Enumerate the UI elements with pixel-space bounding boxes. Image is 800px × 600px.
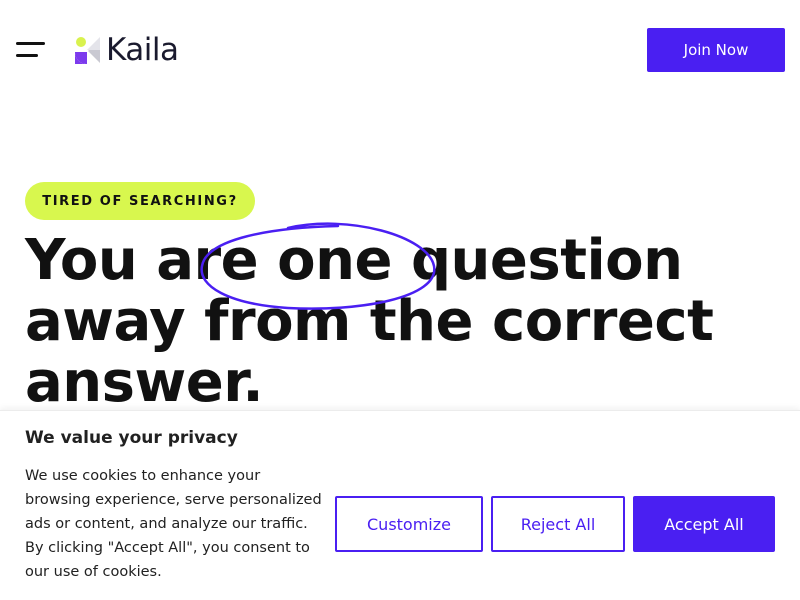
accept-all-button[interactable]: Accept All: [633, 496, 775, 552]
cookie-consent-banner: We value your privacy We use cookies to …: [0, 410, 800, 600]
hero-headline: You are one question away from the corre…: [25, 228, 714, 415]
logo[interactable]: Kaila: [74, 32, 179, 68]
cookie-title: We value your privacy: [25, 428, 238, 448]
menu-line-bottom: [16, 54, 38, 57]
kaila-logo-mark: [75, 37, 100, 64]
cookie-description: We use cookies to enhance your browsing …: [25, 468, 322, 580]
join-now-button[interactable]: Join Now: [647, 28, 785, 72]
hero-badge: TIRED OF SEARCHING?: [25, 182, 255, 220]
reject-all-button[interactable]: Reject All: [491, 496, 625, 552]
menu-icon[interactable]: [16, 42, 46, 60]
logo-text: Kaila: [106, 32, 179, 68]
menu-line-top: [16, 42, 45, 45]
customize-button[interactable]: Customize: [335, 496, 483, 552]
page: Kaila Join Now TIRED OF SEARCHING? You a…: [0, 0, 800, 600]
site-header: Kaila Join Now: [0, 0, 800, 100]
